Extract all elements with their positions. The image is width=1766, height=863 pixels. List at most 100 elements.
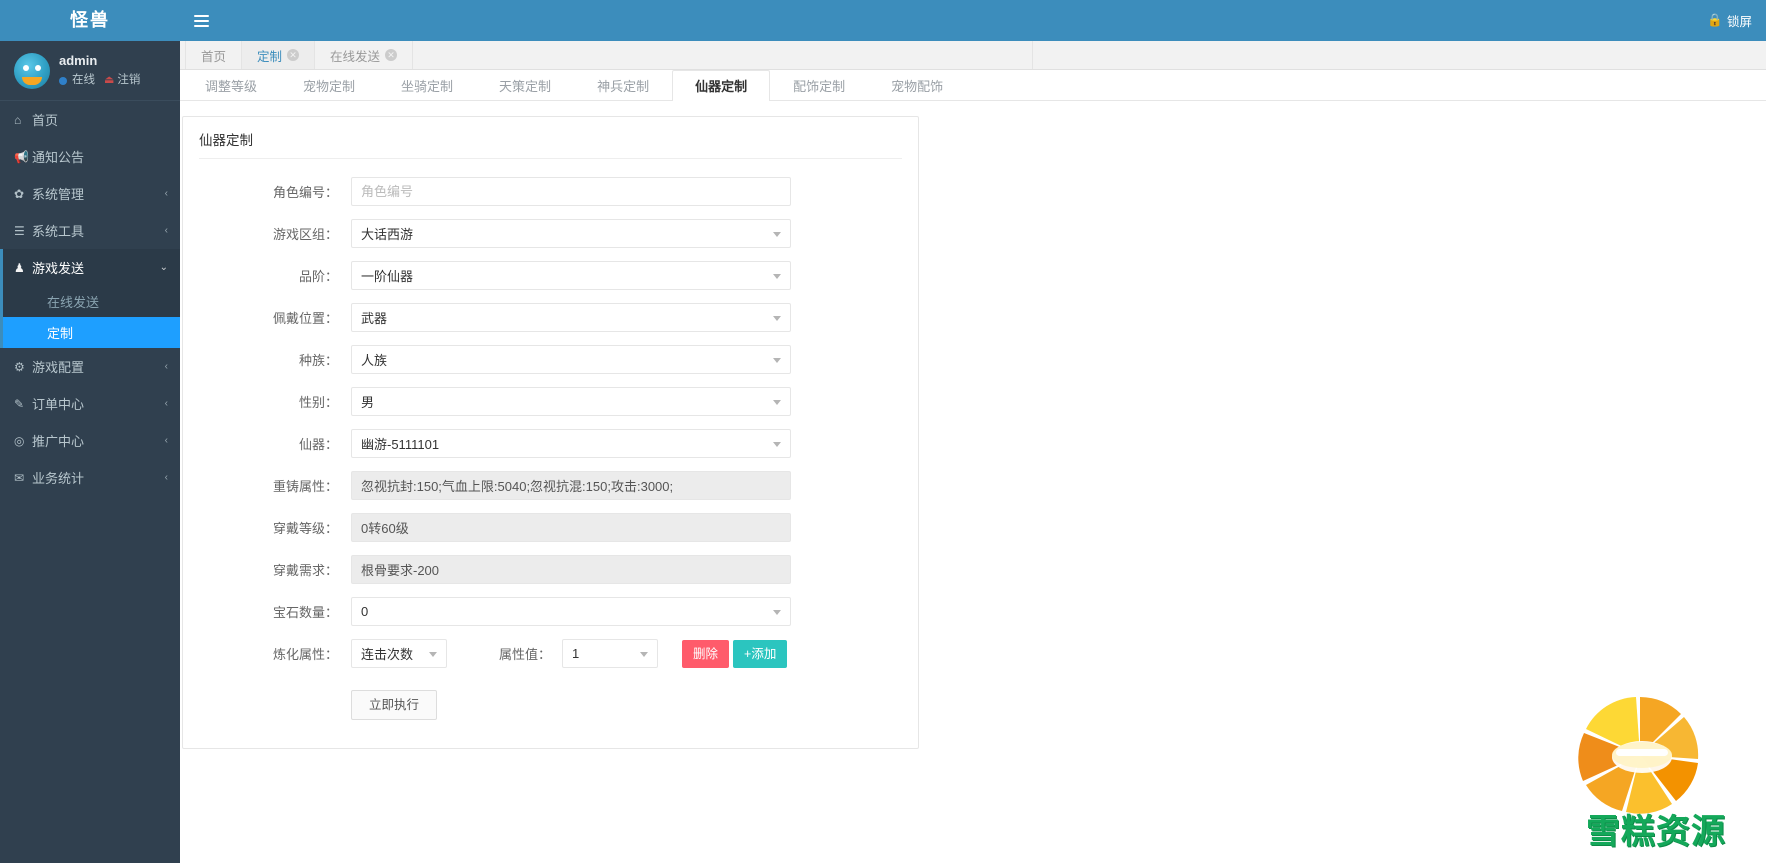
submit-button[interactable]: 立即执行 <box>351 690 438 720</box>
tab-label: 天策定制 <box>499 79 552 94</box>
sidebar-subitem-online-send[interactable]: 在线发送 <box>3 286 180 317</box>
chevron-down-icon <box>773 441 781 447</box>
tab-shenbing-custom[interactable]: 神兵定制 <box>574 70 672 101</box>
sidebar-item-system-manage[interactable]: ✿ 系统管理 ‹ <box>0 175 180 212</box>
chevron-left-icon: ‹ <box>164 225 168 236</box>
sidebar-item-business-stats[interactable]: ✉ 业务统计 ‹ <box>0 459 180 496</box>
gem-count-select[interactable]: 0 <box>351 597 791 626</box>
recast-attrs-input[interactable] <box>351 471 791 500</box>
delete-button[interactable]: 删除 <box>682 639 730 668</box>
pen-icon: ✎ <box>14 396 25 411</box>
tab-xianqi-custom[interactable]: 仙器定制 <box>672 70 771 101</box>
tab-label: 神兵定制 <box>597 79 650 94</box>
panel-title: 仙器定制 <box>199 133 253 148</box>
sidebar-item-game-send[interactable]: ♟ 游戏发送 ⌄ <box>0 249 180 286</box>
sidebar-menu: ⌂ 首页 📢 通知公告 ✿ 系统管理 ‹ ☰ 系统工具 ‹ ♟ 游戏发送 ⌄ 在… <box>0 101 180 496</box>
gem-count-select-value: 0 <box>361 604 369 619</box>
sidebar-item-label: 推广中心 <box>32 434 85 449</box>
tab-pet-accessory[interactable]: 宠物配饰 <box>868 70 966 101</box>
grade-select-value: 一阶仙器 <box>361 269 414 284</box>
close-icon[interactable]: ✕ <box>287 49 300 61</box>
refine-attr-label: 炼化属性： <box>272 647 338 662</box>
tab-pet-custom[interactable]: 宠物定制 <box>280 70 378 101</box>
chevron-left-icon: ‹ <box>164 472 168 483</box>
sidebar-subitem-label: 在线发送 <box>47 295 100 310</box>
sidebar-item-promotion-center[interactable]: ◎ 推广中心 ‹ <box>0 422 180 459</box>
tab-accessory-custom[interactable]: 配饰定制 <box>770 70 868 101</box>
form-row-gem-count: 宝石数量： 0 <box>199 597 902 626</box>
grade-label: 品阶： <box>298 269 338 284</box>
sidebar-item-home[interactable]: ⌂ 首页 <box>0 101 180 138</box>
sidebar-item-label: 订单中心 <box>32 397 85 412</box>
gear-icon: ✿ <box>14 186 25 201</box>
user-name: admin <box>59 53 98 69</box>
artifact-select-value: 幽游-5111101 <box>361 437 440 452</box>
server-select[interactable]: 大话西游 <box>351 219 791 248</box>
app-root: 怪兽 admin 在线 ⏏ 注销 ⌂ 首页 📢 通知公告 ✿ 系统管理 ‹ ☰ … <box>0 0 1766 863</box>
megaphone-icon: 📢 <box>14 149 29 164</box>
refine-attr-select[interactable]: 连击次数 <box>351 639 447 668</box>
add-button[interactable]: +添加 <box>733 639 788 668</box>
window-tab-home[interactable]: 首页 <box>186 41 243 69</box>
chevron-down-icon <box>640 651 649 657</box>
wear-level-input[interactable] <box>351 513 791 542</box>
logout-icon[interactable]: ⏏ <box>104 73 114 88</box>
race-select-value: 人族 <box>361 353 388 368</box>
wear-req-input[interactable] <box>351 555 791 584</box>
tab-label: 调整等级 <box>205 79 258 94</box>
role-id-input[interactable] <box>351 177 791 206</box>
sidebar-item-order-center[interactable]: ✎ 订单中心 ‹ <box>0 385 180 422</box>
sidebar-subitem-label: 定制 <box>47 326 74 341</box>
attr-value-select[interactable]: 1 <box>562 639 659 668</box>
hamburger-icon[interactable] <box>180 0 222 41</box>
watermark: 雪糕资源 <box>1556 689 1756 857</box>
close-icon[interactable]: ✕ <box>385 49 398 61</box>
tab-adjust-level[interactable]: 调整等级 <box>182 70 280 101</box>
sidebar-item-label: 系统工具 <box>32 224 85 239</box>
content-tabs: 调整等级 宠物定制 坐骑定制 天策定制 神兵定制 仙器定制 配饰定制 宠物配饰 <box>160 70 1766 101</box>
slot-select-value: 武器 <box>361 311 388 326</box>
form-row-race: 种族： 人族 <box>199 345 902 374</box>
eye-icon: ◎ <box>14 433 25 448</box>
sidebar-subitem-custom[interactable]: 定制 <box>3 317 180 348</box>
tab-tiance-custom[interactable]: 天策定制 <box>476 70 574 101</box>
avatar <box>14 52 50 89</box>
chevron-down-icon <box>773 273 781 279</box>
gamepad-icon: ♟ <box>14 260 25 275</box>
chevron-down-icon <box>773 231 781 237</box>
lock-screen-button[interactable]: 🔒 锁屏 <box>1707 11 1766 30</box>
artifact-select[interactable]: 幽游-5111101 <box>351 429 791 458</box>
home-icon: ⌂ <box>14 112 22 127</box>
form-row-refine-attr: 炼化属性： 连击次数 属性值： 1 删除 +添加 <box>199 639 902 668</box>
sidebar-item-notice[interactable]: 📢 通知公告 <box>0 138 180 175</box>
form-row-wear-req: 穿戴需求： <box>199 555 902 584</box>
tab-label: 坐骑定制 <box>401 79 454 94</box>
sidebar-item-game-config[interactable]: ⚙ 游戏配置 ‹ <box>0 348 180 385</box>
window-tab-custom[interactable]: 定制 ✕ <box>242 41 316 69</box>
lock-icon: 🔒 <box>1707 13 1723 27</box>
sidebar-item-system-tools[interactable]: ☰ 系统工具 ‹ <box>0 212 180 249</box>
user-status-label: 在线 <box>72 74 95 87</box>
logout-link[interactable]: 注销 <box>117 73 140 89</box>
window-tab-label: 首页 <box>201 49 227 64</box>
chevron-down-icon <box>773 399 781 405</box>
gender-select[interactable]: 男 <box>351 387 791 416</box>
window-tab-label: 在线发送 <box>330 49 381 64</box>
wear-req-label: 穿戴需求： <box>272 563 338 578</box>
race-select[interactable]: 人族 <box>351 345 791 374</box>
grade-select[interactable]: 一阶仙器 <box>351 261 791 290</box>
chevron-down-icon <box>773 315 781 321</box>
form-row-recast-attrs: 重铸属性： <box>199 471 902 500</box>
slot-select[interactable]: 武器 <box>351 303 791 332</box>
form-row-wear-level: 穿戴等级： <box>199 513 902 542</box>
sidebar-item-label: 业务统计 <box>32 471 85 486</box>
envelope-icon: ✉ <box>14 470 25 485</box>
form-row-grade: 品阶： 一阶仙器 <box>199 261 902 290</box>
window-tab-online-send[interactable]: 在线发送 ✕ <box>315 41 414 69</box>
form-row-gender: 性别： 男 <box>199 387 902 416</box>
tab-mount-custom[interactable]: 坐骑定制 <box>378 70 476 101</box>
xianqi-form: 角色编号： 游戏区组： 大话西游 品阶： <box>183 159 918 748</box>
gender-select-value: 男 <box>361 395 375 410</box>
chevron-down-icon <box>429 651 437 657</box>
attr-value-select-value: 1 <box>572 646 580 661</box>
